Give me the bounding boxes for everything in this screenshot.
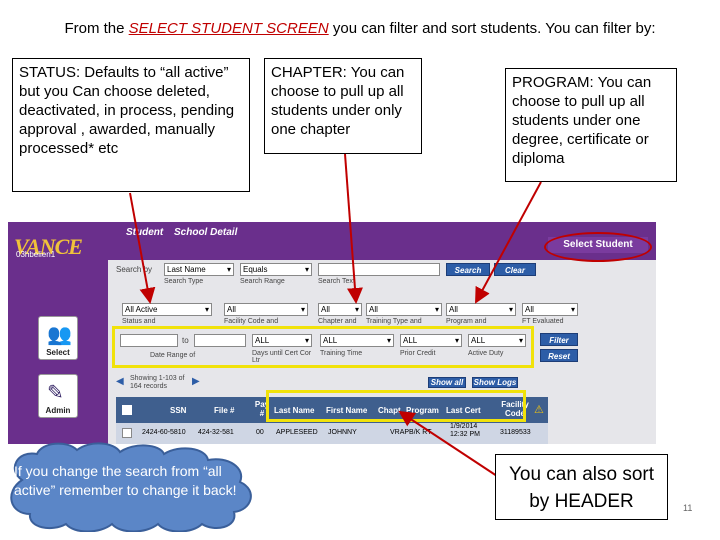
sort-callout: You can also sort by HEADER <box>495 454 668 520</box>
chapter-arrow <box>344 153 363 304</box>
program-arrow <box>475 181 542 304</box>
cloud-text: If you change the search from “all activ… <box>14 463 237 498</box>
sort-arrow <box>398 410 501 479</box>
page-number: 11 <box>683 503 693 513</box>
status-arrow <box>129 192 156 304</box>
